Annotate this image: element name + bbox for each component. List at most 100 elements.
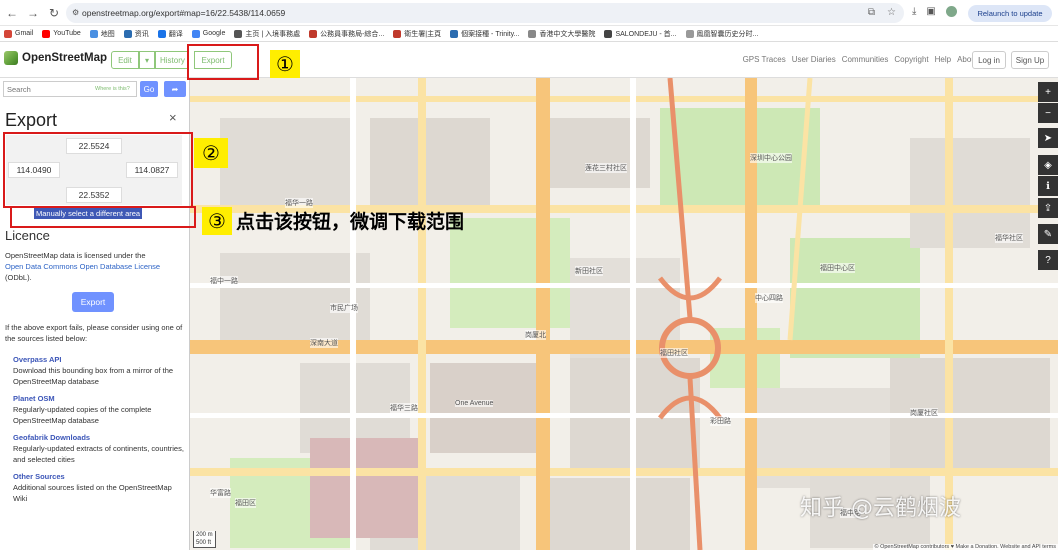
bookmark-label: 公務員事務局-綜合... (320, 30, 385, 38)
annotation-step3: ③ (202, 207, 232, 235)
building-block (370, 118, 490, 208)
zhihu-watermark: 知乎 @云鹤烟波 (800, 496, 961, 521)
nav-links: GPS Traces User Diaries Communities Copyrig… (743, 55, 978, 64)
logo-text: OpenStreetMap (22, 52, 107, 64)
bookmark-item[interactable]: 香港中文大學醫院 (528, 29, 595, 39)
export-button[interactable]: Export (72, 292, 114, 312)
source-overpass: Overpass API Download this bounding box … (13, 354, 185, 387)
bookmark-item[interactable]: YouTube (42, 29, 81, 38)
source-planet: Planet OSM Regularly-updated copies of t… (13, 393, 185, 426)
scale-bar: 200 m 500 ft (193, 531, 216, 548)
osm-header: OpenStreetMap Edit ▾ History Export GPS … (0, 42, 1058, 78)
directions-button[interactable]: ➦ (164, 81, 186, 97)
park-area (450, 218, 570, 328)
reload-icon[interactable]: ↻ (45, 6, 63, 20)
bookmark-item[interactable]: SALONDEJU - 首... (604, 29, 677, 39)
bookmark-item[interactable]: 公務員事務局-綜合... (309, 29, 384, 39)
edit-dropdown-button[interactable]: ▾ (139, 51, 155, 69)
odbl-link[interactable]: Open Data Commons Open Database License (5, 262, 160, 271)
site-info-icon[interactable]: ⚙ (72, 8, 79, 17)
map-view[interactable]: 福华一路 福中一路 深圳中心公园 莲花三村社区 新田社区 福田中心区 市民广场 福华三路 深南大… (190, 78, 1058, 550)
road-minor (190, 283, 1058, 288)
bookmark-label: Google (202, 30, 226, 37)
bookmarks-bar: Gmail YouTube 地图 资讯 翻译 Google 主页 | 入境事務處 公務員事務局… (0, 26, 1058, 42)
park-area (660, 108, 820, 208)
bookmark-item[interactable]: 衛生署|主頁 (393, 29, 441, 39)
go-button[interactable]: Go (140, 81, 158, 97)
source-title[interactable]: Planet OSM (13, 393, 185, 404)
source-title[interactable]: Geofabrik Downloads (13, 432, 185, 443)
source-desc: Download this bounding box from a mirror… (13, 366, 174, 386)
map-attribution[interactable]: © OpenStreetMap contributors ♥ Make a Do… (872, 544, 1058, 550)
url-text: openstreetmap.org/export#map=16/22.5438/… (82, 8, 286, 18)
bookmark-star-icon[interactable]: ☆ (887, 7, 896, 18)
profile-avatar-icon[interactable] (945, 6, 957, 17)
share-icon[interactable]: ⇪ (1038, 198, 1058, 218)
nav-link[interactable]: Copyright (894, 55, 928, 64)
map-place-label: 岗厦北 (525, 330, 546, 340)
forward-icon[interactable]: → (24, 6, 42, 20)
signup-button[interactable]: Sign Up (1011, 51, 1049, 69)
source-title[interactable]: Overpass API (13, 354, 185, 365)
bookmark-favicon-icon (89, 29, 98, 38)
licence-heading: Licence (5, 228, 50, 243)
bookmark-item[interactable]: 主页 | 入境事務處 (234, 29, 300, 39)
download-icon[interactable]: ⤓ (912, 6, 916, 17)
map-canvas[interactable] (190, 78, 1058, 550)
map-place-label: 福中一路 (210, 276, 238, 286)
bookmark-label: 地图 (100, 30, 115, 38)
map-place-label: 深南大道 (310, 338, 338, 348)
bookmark-item[interactable]: 资讯 (123, 29, 149, 39)
translate-icon[interactable]: ⧉ (868, 7, 875, 18)
where-is-this-link[interactable]: Where is this? (95, 86, 130, 92)
source-title[interactable]: Other Sources (13, 471, 185, 482)
query-icon[interactable]: ? (1038, 250, 1058, 270)
history-button[interactable]: History (155, 51, 189, 69)
map-place-label: 深圳中心公园 (750, 153, 792, 163)
map-key-icon[interactable]: ℹ (1038, 176, 1058, 196)
nav-link[interactable]: Help (935, 55, 951, 64)
note-icon[interactable]: ✎ (1038, 224, 1058, 244)
bookmark-item[interactable]: 個案接種 - Trinity... (450, 29, 519, 39)
bookmark-label: 鳳凰智囊历史分时... (696, 30, 759, 38)
bookmark-label: YouTube (53, 30, 81, 37)
bookmark-item[interactable]: Google (191, 29, 226, 38)
annotation-box-coordinates (3, 132, 193, 208)
address-bar[interactable]: ⚙ openstreetmap.org/export#map=16/22.543… (66, 3, 904, 23)
zoom-in-icon[interactable]: + (1038, 82, 1058, 102)
relaunch-button[interactable]: Relaunch to update (968, 5, 1052, 22)
bookmark-favicon-icon (393, 29, 402, 38)
road-fuzhong (190, 468, 1058, 476)
close-icon[interactable]: × (169, 110, 177, 125)
sidepanel-icon[interactable]: ▣ (926, 6, 935, 17)
login-button[interactable]: Log in (972, 51, 1006, 69)
map-place-label: 彩田路 (710, 416, 731, 426)
bookmark-favicon-icon (309, 29, 318, 38)
map-place-label: 福田社区 (660, 348, 688, 358)
nav-link[interactable]: Communities (842, 55, 889, 64)
bookmark-item[interactable]: 翻译 (157, 29, 183, 39)
bookmark-favicon-icon (42, 29, 51, 38)
map-place-label: 福田中心区 (820, 263, 855, 273)
bookmark-favicon-icon (450, 29, 459, 38)
locate-icon[interactable]: ➤ (1038, 128, 1058, 148)
building-block (430, 363, 550, 453)
back-icon[interactable]: ← (3, 6, 21, 20)
road-minor (630, 78, 636, 550)
nav-link[interactable]: GPS Traces (743, 55, 786, 64)
bookmark-item[interactable]: Gmail (4, 29, 33, 38)
road-minor (350, 78, 356, 550)
osm-logo[interactable]: OpenStreetMap (4, 51, 107, 65)
bookmark-item[interactable]: 鳳凰智囊历史分时... (685, 29, 759, 39)
bookmark-label: 主页 | 入境事務處 (245, 30, 301, 38)
building-block (550, 478, 690, 550)
annotation-box-export-tab (187, 44, 259, 80)
nav-link[interactable]: User Diaries (792, 55, 836, 64)
building-block (220, 253, 370, 343)
layers-icon[interactable]: ◈ (1038, 155, 1058, 175)
map-place-label: 莲花三村社区 (585, 163, 627, 173)
bookmark-item[interactable]: 地图 (89, 29, 115, 39)
zoom-out-icon[interactable]: − (1038, 103, 1058, 123)
road-huafu (945, 78, 953, 550)
edit-button[interactable]: Edit (111, 51, 139, 69)
